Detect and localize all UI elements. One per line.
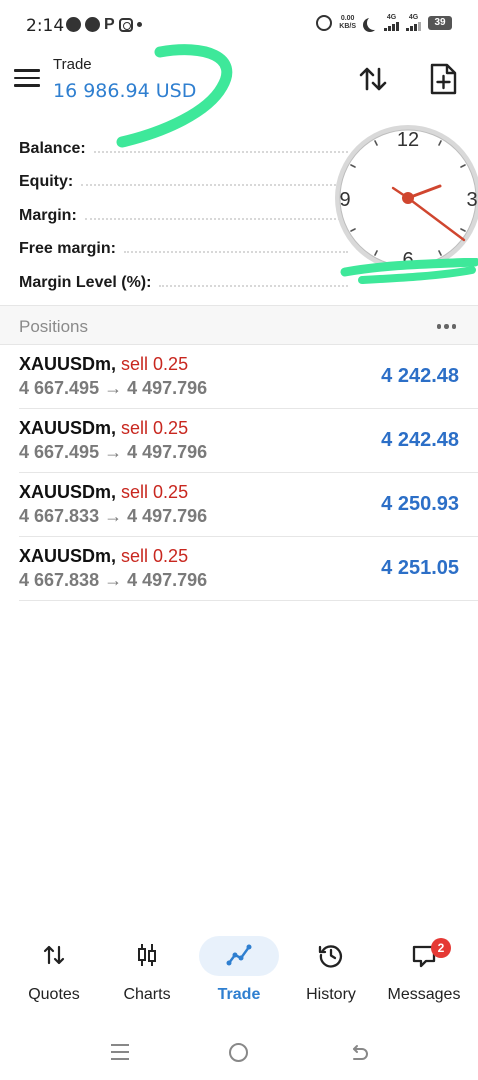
signal-1-label: 4G bbox=[386, 14, 397, 21]
signal-1: 4G bbox=[384, 14, 399, 31]
nav-label-trade: Trade bbox=[217, 986, 261, 1003]
history-icon bbox=[318, 945, 343, 968]
back-icon[interactable] bbox=[348, 1042, 370, 1064]
position-symbol: XAUUSDm, bbox=[19, 482, 117, 502]
network-speed-unit: KB/S bbox=[339, 22, 356, 30]
position-profit: 4 250.93 bbox=[381, 493, 459, 515]
page-title: Trade bbox=[53, 56, 92, 73]
nav-label-charts: Charts bbox=[123, 986, 171, 1003]
position-side: sell 0.25 bbox=[121, 354, 189, 374]
nav-item-messages[interactable]: 2 Messages bbox=[376, 930, 472, 1010]
nav-label-history: History bbox=[306, 986, 356, 1003]
bottom-navigation: Quotes Charts Trade History 2 Messages bbox=[0, 930, 478, 1010]
positions-title: Positions bbox=[19, 317, 88, 336]
battery-icon: 39 bbox=[428, 15, 452, 30]
do-not-disturb-icon bbox=[367, 16, 381, 30]
chat-notification-icon bbox=[66, 17, 81, 32]
trade-icon bbox=[226, 944, 252, 966]
position-row[interactable]: XAUUSDm, sell 0.25 4 667.495 → 4 497.796… bbox=[19, 409, 478, 473]
signal-2-label: 4G bbox=[408, 14, 419, 21]
new-order-icon[interactable] bbox=[427, 62, 459, 96]
system-status-icons: 0.00 KB/S 4G 4G 39 bbox=[316, 14, 452, 31]
more-notifications-icon bbox=[136, 22, 142, 27]
position-symbol: XAUUSDm, bbox=[19, 418, 117, 438]
recent-apps-icon[interactable] bbox=[111, 1044, 129, 1060]
dotted-leader bbox=[93, 150, 348, 153]
notification-icons: P bbox=[66, 16, 142, 33]
margin-label: Margin: bbox=[19, 206, 77, 224]
position-title: XAUUSDm, sell 0.25 bbox=[19, 482, 188, 503]
position-symbol: XAUUSDm, bbox=[19, 354, 117, 374]
status-time: 2:14 bbox=[26, 16, 65, 36]
position-profit: 4 242.48 bbox=[381, 429, 459, 451]
nav-label-quotes: Quotes bbox=[28, 986, 80, 1003]
signal-bars-icon bbox=[406, 22, 421, 31]
signal-2: 4G bbox=[406, 14, 421, 31]
positions-section-header: Positions bbox=[0, 305, 478, 345]
equity-label: Equity: bbox=[19, 173, 74, 191]
hamburger-menu-icon[interactable] bbox=[14, 69, 40, 89]
nav-item-trade[interactable]: Trade bbox=[191, 930, 287, 1010]
app-notification-icon bbox=[85, 17, 100, 32]
instagram-icon bbox=[118, 17, 133, 32]
position-profit: 4 242.48 bbox=[381, 365, 459, 387]
quotes-icon bbox=[43, 945, 65, 965]
balance-label: Balance: bbox=[19, 139, 86, 157]
position-row[interactable]: XAUUSDm, sell 0.25 4 667.833 → 4 497.796… bbox=[19, 473, 478, 537]
dotted-leader bbox=[159, 284, 348, 287]
messages-badge: 2 bbox=[431, 938, 451, 958]
position-row[interactable]: XAUUSDm, sell 0.25 4 667.495 → 4 497.796… bbox=[19, 345, 478, 409]
charts-icon bbox=[138, 944, 156, 966]
home-icon[interactable] bbox=[229, 1043, 248, 1062]
clock-numeral-3: 3 bbox=[466, 189, 477, 211]
position-side: sell 0.25 bbox=[121, 482, 189, 502]
clock-sticker-icon: 12 3 6 9 bbox=[335, 125, 478, 268]
position-prices: 4 667.838 → 4 497.796 bbox=[19, 570, 208, 590]
system-navigation-bar bbox=[0, 1030, 478, 1080]
nav-label-messages: Messages bbox=[387, 986, 461, 1003]
nav-item-quotes[interactable]: Quotes bbox=[6, 930, 102, 1010]
position-row[interactable]: XAUUSDm, sell 0.25 4 667.838 → 4 497.796… bbox=[19, 537, 478, 601]
position-prices: 4 667.495 → 4 497.796 bbox=[19, 442, 208, 462]
more-options-icon[interactable] bbox=[436, 324, 456, 329]
position-prices: 4 667.495 → 4 497.796 bbox=[19, 378, 208, 398]
position-symbol: XAUUSDm, bbox=[19, 546, 117, 566]
position-prices: 4 667.833 → 4 497.796 bbox=[19, 506, 208, 526]
clock-numeral-12: 12 bbox=[397, 129, 419, 151]
position-title: XAUUSDm, sell 0.25 bbox=[19, 546, 188, 567]
dotted-leader bbox=[84, 217, 348, 220]
margin-level-label: Margin Level (%): bbox=[19, 273, 152, 291]
green-marker-stroke bbox=[340, 258, 478, 284]
network-speed: 0.00 KB/S bbox=[339, 15, 356, 31]
p-app-icon: P bbox=[104, 16, 115, 33]
clock-numeral-9: 9 bbox=[339, 189, 350, 211]
nav-item-history[interactable]: History bbox=[283, 930, 379, 1010]
dotted-leader bbox=[123, 251, 348, 254]
position-title: XAUUSDm, sell 0.25 bbox=[19, 354, 188, 375]
position-title: XAUUSDm, sell 0.25 bbox=[19, 418, 188, 439]
network-speed-value: 0.00 bbox=[340, 14, 355, 22]
position-profit: 4 251.05 bbox=[381, 557, 459, 579]
sort-icon[interactable] bbox=[356, 62, 390, 96]
dotted-leader bbox=[81, 184, 348, 187]
nav-item-charts[interactable]: Charts bbox=[99, 930, 195, 1010]
position-side: sell 0.25 bbox=[121, 418, 189, 438]
position-side: sell 0.25 bbox=[121, 546, 189, 566]
free-margin-label: Free margin: bbox=[19, 240, 116, 258]
alarm-icon bbox=[316, 14, 333, 31]
signal-bars-icon bbox=[384, 22, 399, 31]
